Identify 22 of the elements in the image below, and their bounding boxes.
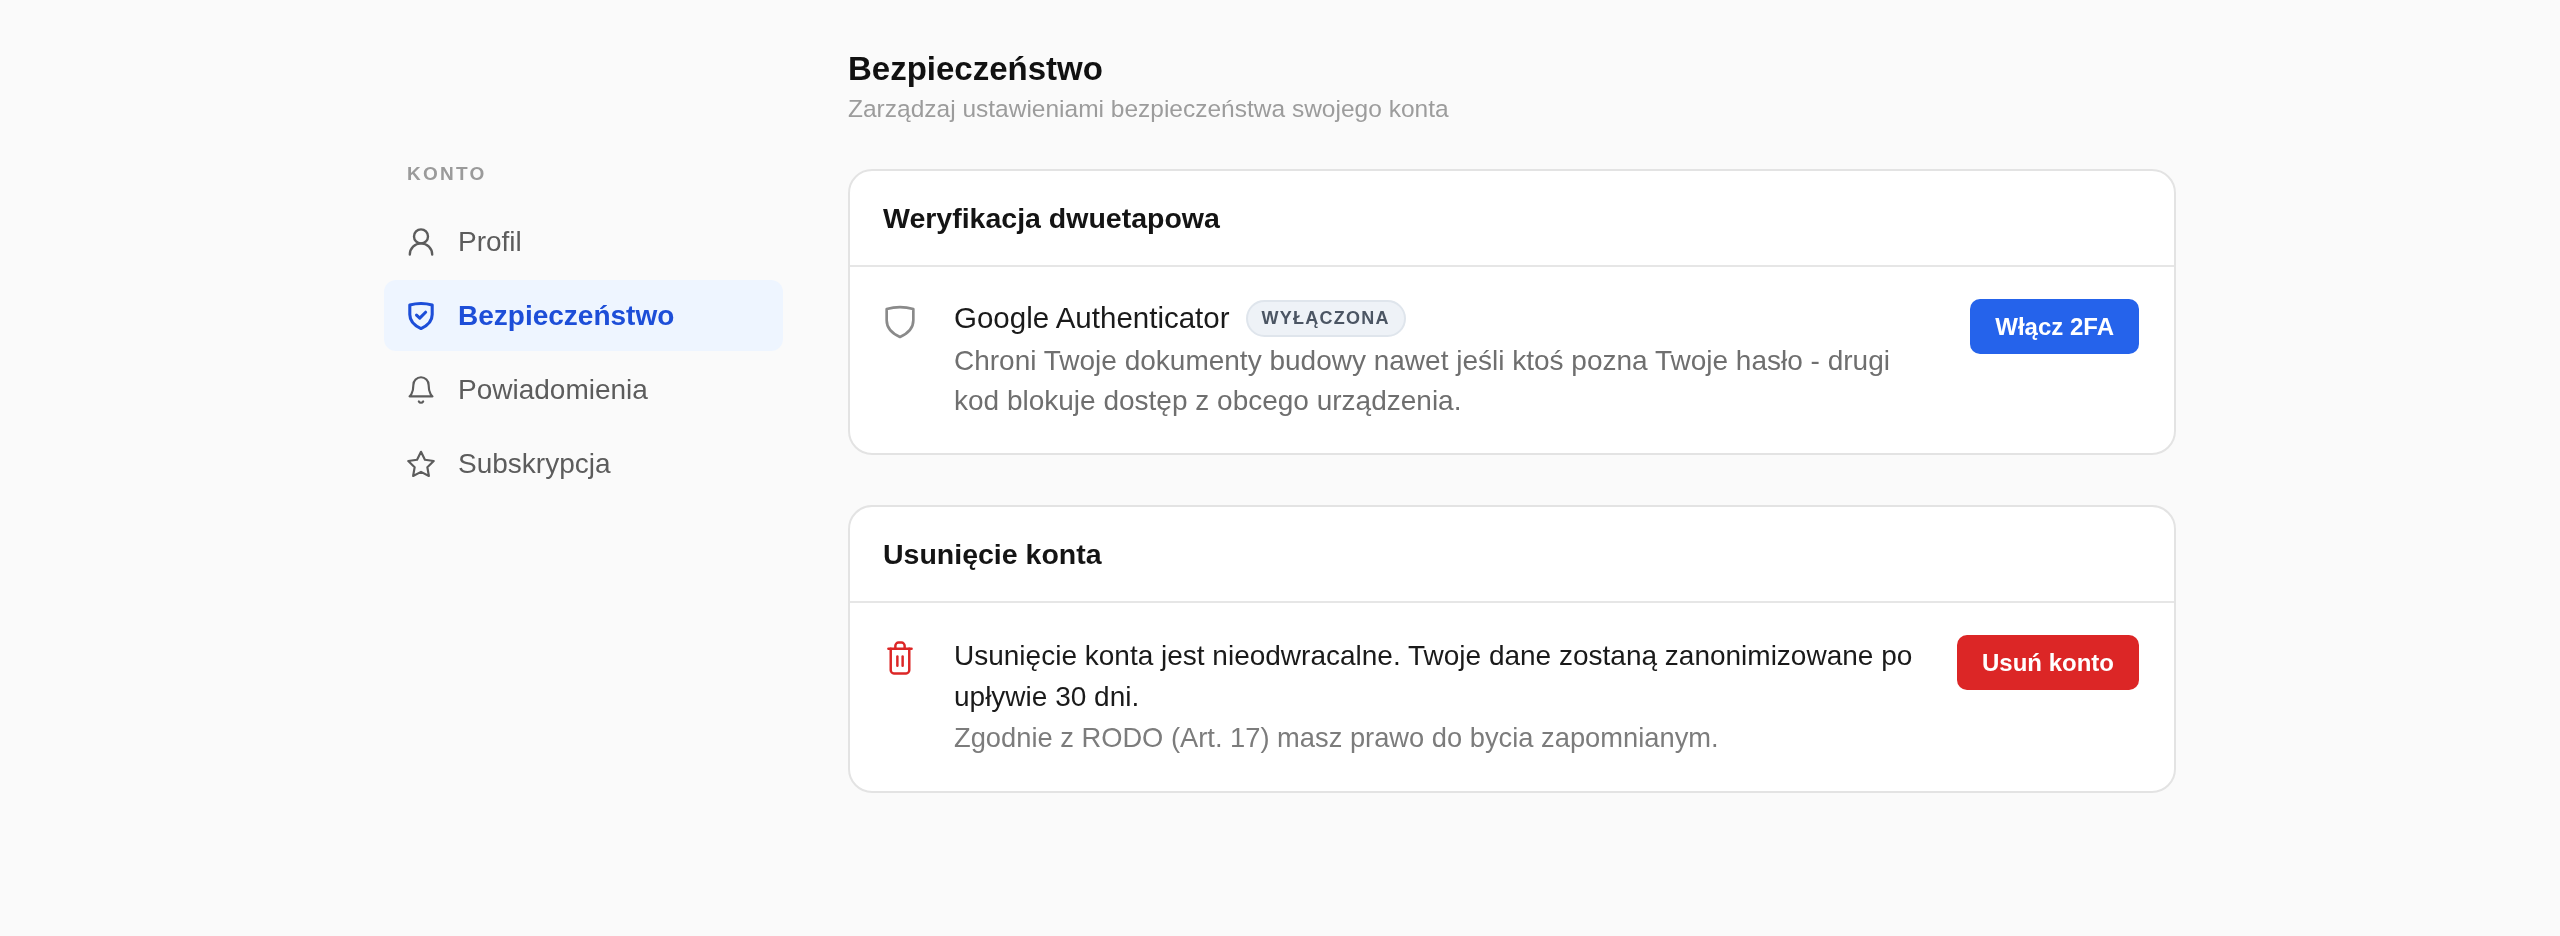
star-icon (407, 449, 435, 478)
warning-text: Usunięcie konta jest nieodwracalne. Twoje dane zostaną zanonimizowane po upływie 30 dni. (954, 639, 1914, 714)
description-text: Chroni Twoje dokumenty budowy nawet jeśli ktoś pozna Twoje hasło - drugi kod blokuje dostęp z obcego urządzenia. (954, 344, 1891, 418)
note-text: Zgodnie z RODO (Art. 17) masz prawo do bycia zapomnianym. (954, 721, 1719, 755)
sidebar-item[interactable]: Profil (384, 206, 783, 277)
trash-icon (885, 641, 915, 675)
shield-icon (885, 305, 915, 339)
page-subtitle: Zarządzaj ustawieniami bezpieczeństwa swojego konta (848, 95, 1449, 123)
section-heading: KONTO (407, 162, 487, 186)
bell-icon (407, 375, 435, 404)
method-name: Google Authenticator (954, 300, 1230, 336)
page-title: Bezpieczeństwo (848, 50, 1103, 87)
person-icon (407, 227, 435, 256)
sidebar-item[interactable]: Powiadomienia (384, 354, 783, 425)
shield-check-icon (407, 301, 435, 330)
action-button[interactable]: Włącz 2FA (1970, 299, 2139, 354)
sidebar-item[interactable]: Subskrypcja (384, 428, 783, 499)
action-button[interactable]: Usuń konto (1957, 635, 2139, 690)
sidebar-item[interactable]: Bezpieczeństwo (384, 280, 783, 351)
card-title: Weryfikacja dwuetapowa (883, 200, 1220, 236)
status-badge: WYŁĄCZONA (1245, 299, 1406, 337)
card-title: Usunięcie konta (883, 536, 1102, 572)
